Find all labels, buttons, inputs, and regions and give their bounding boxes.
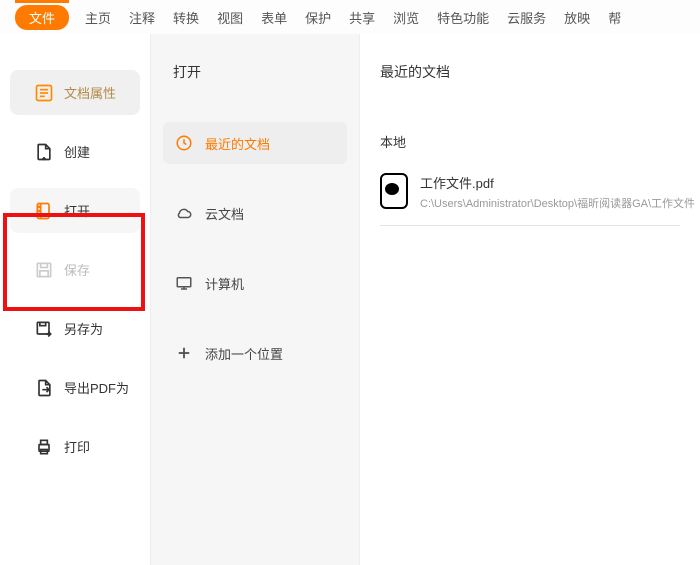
tab-convert[interactable]: 转换 <box>171 4 201 31</box>
source-cloud[interactable]: 云文档 <box>163 192 347 234</box>
print-icon <box>34 437 54 457</box>
source-computer-label: 计算机 <box>205 274 244 293</box>
sidebar-label-saveas: 另存为 <box>64 319 103 338</box>
cloud-icon <box>175 204 193 222</box>
open-sources-panel: 打开 最近的文档 云文档 计算机 添加一个位置 <box>150 34 360 565</box>
recent-doc-title: 工作文件.pdf <box>420 173 695 192</box>
clock-icon <box>175 134 193 152</box>
export-pdf-icon <box>34 378 54 398</box>
pdf-file-icon <box>380 173 408 209</box>
tab-file[interactable]: 文件 <box>15 5 69 30</box>
saveas-icon <box>34 319 54 339</box>
source-recent-label: 最近的文档 <box>205 134 270 153</box>
source-add-place[interactable]: 添加一个位置 <box>163 332 347 374</box>
open-icon <box>34 201 54 221</box>
tab-home[interactable]: 主页 <box>83 4 113 31</box>
source-add-place-label: 添加一个位置 <box>205 344 283 363</box>
sidebar-item-save[interactable]: 保存 <box>10 247 140 292</box>
sidebar-label-open: 打开 <box>64 201 90 220</box>
source-recent[interactable]: 最近的文档 <box>163 122 347 164</box>
source-cloud-label: 云文档 <box>205 204 244 223</box>
tab-cloud[interactable]: 云服务 <box>505 4 548 31</box>
save-icon <box>34 260 54 280</box>
recent-doc-path: C:\Users\Administrator\Desktop\福昕阅读器GA\工… <box>420 195 695 211</box>
tab-features[interactable]: 特色功能 <box>435 4 491 31</box>
sidebar-label-print: 打印 <box>64 437 90 456</box>
sidebar-item-exportpdf[interactable]: 导出PDF为 <box>10 365 140 410</box>
recent-docs-panel: 最近的文档 本地 工作文件.pdf C:\Users\Administrator… <box>360 34 700 565</box>
sidebar-item-saveas[interactable]: 另存为 <box>10 306 140 351</box>
sidebar-item-open[interactable]: 打开 <box>10 188 140 233</box>
file-sidebar: 文档属性 创建 打开 保存 另存为 导出PDF为 打印 <box>0 34 150 565</box>
sidebar-item-doc-properties[interactable]: 文档属性 <box>10 70 140 115</box>
divider <box>380 225 680 226</box>
recent-doc-item[interactable]: 工作文件.pdf C:\Users\Administrator\Desktop\… <box>380 173 680 211</box>
source-computer[interactable]: 计算机 <box>163 262 347 304</box>
tab-browse[interactable]: 浏览 <box>391 4 421 31</box>
create-icon <box>34 142 54 162</box>
tab-present[interactable]: 放映 <box>562 4 592 31</box>
recent-panel-title: 最近的文档 <box>380 62 680 82</box>
open-panel-title: 打开 <box>173 62 347 82</box>
sidebar-label-exportpdf: 导出PDF为 <box>64 378 129 397</box>
sidebar-label-create: 创建 <box>64 142 90 161</box>
tab-protect[interactable]: 保护 <box>303 4 333 31</box>
sidebar-item-print[interactable]: 打印 <box>10 424 140 469</box>
tab-view[interactable]: 视图 <box>215 4 245 31</box>
tab-share[interactable]: 共享 <box>347 4 377 31</box>
sidebar-item-create[interactable]: 创建 <box>10 129 140 174</box>
tab-help[interactable]: 帮 <box>606 4 623 31</box>
recent-section-local: 本地 <box>380 132 680 151</box>
plus-icon <box>175 344 193 362</box>
sidebar-label-doc-properties: 文档属性 <box>64 83 116 102</box>
computer-icon <box>175 274 193 292</box>
sidebar-label-save: 保存 <box>64 260 90 279</box>
tab-form[interactable]: 表单 <box>259 4 289 31</box>
top-tab-bar: 文件 主页 注释 转换 视图 表单 保护 共享 浏览 特色功能 云服务 放映 帮 <box>0 0 700 34</box>
tab-comment[interactable]: 注释 <box>127 4 157 31</box>
doc-properties-icon <box>34 83 54 103</box>
